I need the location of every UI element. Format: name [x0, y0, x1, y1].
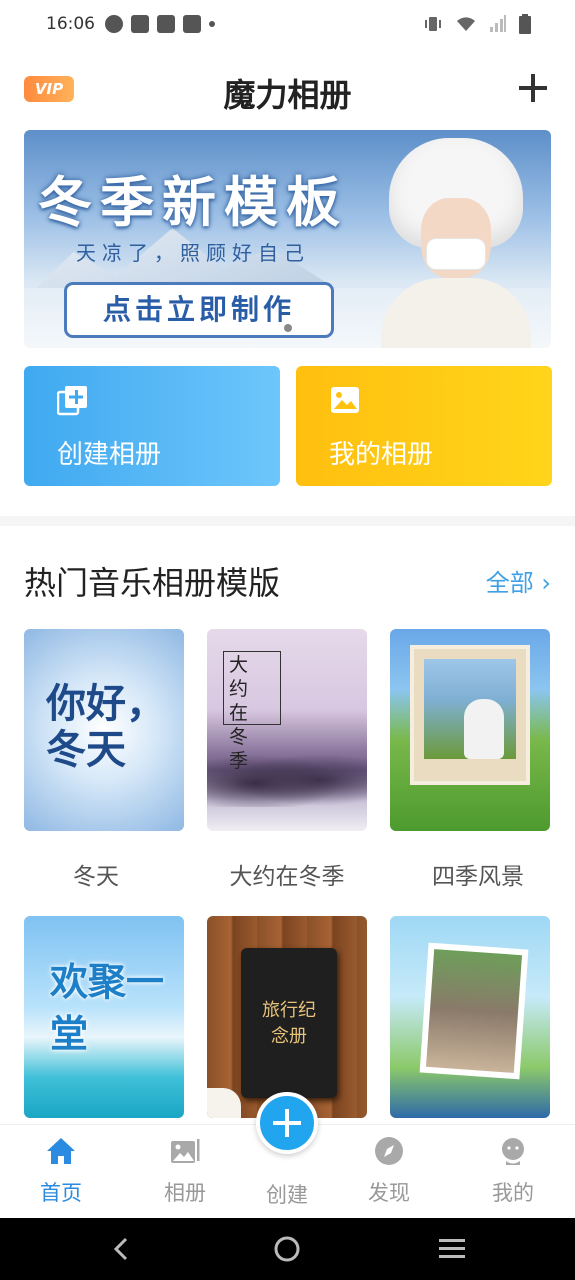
compass-icon — [375, 1137, 403, 1165]
template-caption: 四季风景 — [432, 864, 524, 890]
template-card-winter[interactable]: 你好，冬天 — [24, 629, 184, 831]
add-icon[interactable] — [517, 70, 549, 106]
nav-label: 创建 — [266, 1183, 308, 1207]
status-time: 16:06 — [46, 14, 95, 34]
see-all-link[interactable]: 全部 › — [486, 563, 551, 598]
mail-notification-icon — [131, 15, 149, 33]
system-icons — [423, 14, 531, 34]
create-fab-button[interactable] — [256, 1092, 318, 1154]
my-albums-button[interactable]: 我的相册 — [296, 366, 552, 486]
section-divider — [0, 516, 575, 526]
template-card-travel[interactable]: 旅行纪念册 — [207, 916, 367, 1118]
wifi-icon — [457, 17, 475, 31]
chevron-right-icon: › — [533, 569, 551, 597]
nav-label: 发现 — [368, 1181, 410, 1205]
system-nav-bar — [0, 1218, 575, 1280]
template-card-gathering[interactable]: 欢聚一堂 — [24, 916, 184, 1118]
signal-icon — [490, 15, 506, 32]
section-title: 热门音乐相册模版 — [24, 564, 281, 602]
mail-notification-icon — [157, 15, 175, 33]
more-notifications-icon — [209, 21, 215, 27]
see-all-label: 全部 — [485, 569, 534, 597]
photo-frame-image — [410, 645, 530, 785]
home-icon — [47, 1138, 75, 1164]
recents-icon[interactable] — [438, 1237, 466, 1261]
template-caption: 冬天 — [73, 864, 119, 890]
promo-banner[interactable]: 冬季新模板 天凉了，照顾好自己 点击立即制作 — [24, 130, 551, 348]
banner-subtitle: 天凉了，照顾好自己 — [76, 241, 310, 265]
nav-item-home[interactable]: 首页 — [16, 1135, 106, 1207]
vibrate-icon — [425, 17, 441, 31]
mail-notification-icon — [183, 15, 201, 33]
template-card-family[interactable] — [390, 916, 550, 1118]
status-bar: 16:06 — [0, 0, 575, 48]
template-art-text: 你好，冬天 — [46, 680, 166, 773]
battery-icon — [519, 14, 531, 34]
create-album-label: 创建相册 — [57, 440, 162, 470]
nav-label: 相册 — [164, 1181, 206, 1205]
plus-icon — [273, 1109, 301, 1137]
template-caption: 大约在冬季 — [229, 864, 345, 890]
snow-trees-image — [207, 747, 367, 807]
nav-item-discover[interactable]: 发现 — [344, 1135, 434, 1207]
my-albums-label: 我的相册 — [329, 440, 434, 470]
template-card-four-seasons[interactable] — [390, 629, 550, 831]
template-card-winter-date[interactable]: 大约在冬季 — [207, 629, 367, 831]
book-image: 旅行纪念册 — [241, 948, 337, 1098]
create-album-button[interactable]: 创建相册 — [24, 366, 280, 486]
template-art-text: 旅行纪念册 — [262, 1000, 316, 1047]
banner-pager-dot — [284, 324, 292, 332]
nav-label: 首页 — [40, 1181, 82, 1205]
nav-label: 我的 — [492, 1181, 534, 1205]
photo-icon — [331, 387, 359, 413]
page-title: 魔力相册 — [223, 76, 352, 114]
notification-icons — [105, 15, 215, 33]
template-art-text: 欢聚一堂 — [50, 959, 165, 1056]
album-icon — [171, 1139, 200, 1163]
back-icon[interactable] — [110, 1236, 132, 1262]
nav-item-profile[interactable]: 我的 — [468, 1135, 558, 1207]
photo-frame-image — [419, 942, 529, 1080]
banner-title: 冬季新模板 — [38, 170, 348, 234]
home-circle-icon[interactable] — [273, 1235, 301, 1263]
user-icon — [502, 1138, 524, 1165]
coffee-cup-image — [207, 1088, 241, 1118]
add-album-icon — [57, 386, 87, 416]
notification-icon — [105, 15, 123, 33]
app-header: VIP 魔力相册 — [0, 58, 575, 122]
banner-model-image — [381, 138, 531, 348]
nav-item-album[interactable]: 相册 — [140, 1135, 230, 1207]
